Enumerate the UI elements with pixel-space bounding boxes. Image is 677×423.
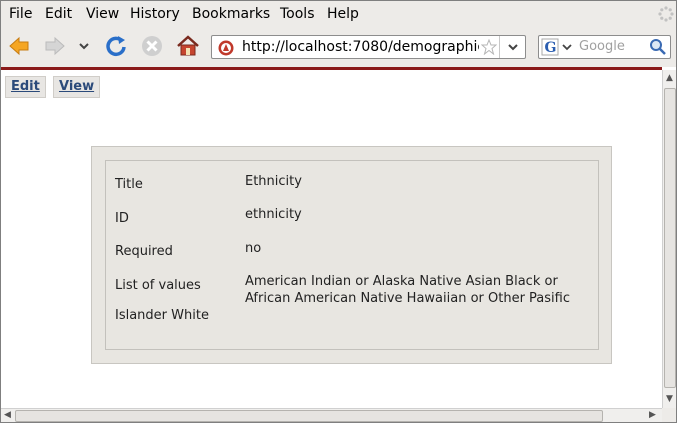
- search-input[interactable]: Google: [579, 39, 625, 54]
- home-icon[interactable]: [174, 32, 202, 60]
- chevron-down-icon: [508, 44, 518, 51]
- search-bar[interactable]: G Google: [538, 35, 671, 59]
- menu-help[interactable]: Help: [327, 6, 359, 22]
- list-of-values-line-2: African American Native Hawaiian or Othe…: [245, 291, 570, 306]
- back-icon[interactable]: [5, 32, 33, 60]
- history-dropdown-icon[interactable]: [74, 32, 94, 60]
- svg-text:G: G: [545, 40, 557, 56]
- edit-link[interactable]: Edit: [5, 76, 46, 98]
- required-value: no: [245, 241, 262, 256]
- bookmark-star-icon[interactable]: [481, 39, 497, 55]
- id-label: ID: [115, 211, 129, 226]
- list-of-values-line-1: American Indian or Alaska Native Asian B…: [245, 274, 558, 289]
- title-label: Title: [115, 177, 143, 192]
- page-content: Edit View Title Ethnicity ID ethnicity R…: [1, 70, 662, 408]
- horizontal-scrollbar[interactable]: ◀ ▶: [1, 408, 662, 422]
- horizontal-scroll-thumb[interactable]: [15, 410, 603, 422]
- navigation-toolbar: http://localhost:7080/demographics/e G G…: [1, 27, 676, 67]
- url-text[interactable]: http://localhost:7080/demographics/e: [242, 39, 479, 55]
- title-value: Ethnicity: [245, 174, 302, 189]
- scrollbar-corner: [662, 408, 676, 422]
- view-link[interactable]: View: [53, 76, 101, 98]
- field-details-panel: Title Ethnicity ID ethnicity Required no…: [91, 146, 612, 364]
- throbber-icon: [658, 6, 674, 22]
- vertical-scroll-thumb[interactable]: [664, 88, 676, 388]
- list-of-values-label: List of values: [115, 278, 201, 293]
- menu-history[interactable]: History: [130, 6, 180, 22]
- reload-icon[interactable]: [102, 32, 130, 60]
- field-details-fieldset: Title Ethnicity ID ethnicity Required no…: [105, 160, 599, 350]
- scroll-up-icon[interactable]: ▲: [666, 73, 673, 83]
- google-logo-icon: G: [541, 38, 572, 56]
- address-bar[interactable]: http://localhost:7080/demographics/e: [211, 35, 526, 59]
- site-favicon-icon: [218, 40, 234, 56]
- url-dropdown-button[interactable]: [499, 36, 526, 58]
- stop-icon[interactable]: [138, 32, 166, 60]
- menu-edit[interactable]: Edit: [45, 6, 72, 22]
- browser-window: File Edit View History Bookmarks Tools H…: [0, 0, 677, 423]
- menu-tools[interactable]: Tools: [280, 6, 315, 22]
- vertical-scrollbar[interactable]: ▲ ▼: [662, 70, 676, 408]
- scroll-down-icon[interactable]: ▼: [666, 394, 673, 404]
- menu-file[interactable]: File: [9, 6, 32, 22]
- list-of-values-line-3: Islander White: [115, 308, 209, 323]
- menu-view[interactable]: View: [86, 6, 119, 22]
- search-engine-selector[interactable]: G: [541, 38, 575, 56]
- search-icon[interactable]: [649, 38, 667, 56]
- forward-icon[interactable]: [41, 32, 69, 60]
- required-label: Required: [115, 244, 173, 259]
- id-value: ethnicity: [245, 207, 302, 222]
- menu-bar: File Edit View History Bookmarks Tools H…: [1, 1, 676, 27]
- scroll-left-icon[interactable]: ◀: [4, 410, 11, 420]
- scroll-right-icon[interactable]: ▶: [649, 410, 656, 420]
- menu-bookmarks[interactable]: Bookmarks: [192, 6, 270, 22]
